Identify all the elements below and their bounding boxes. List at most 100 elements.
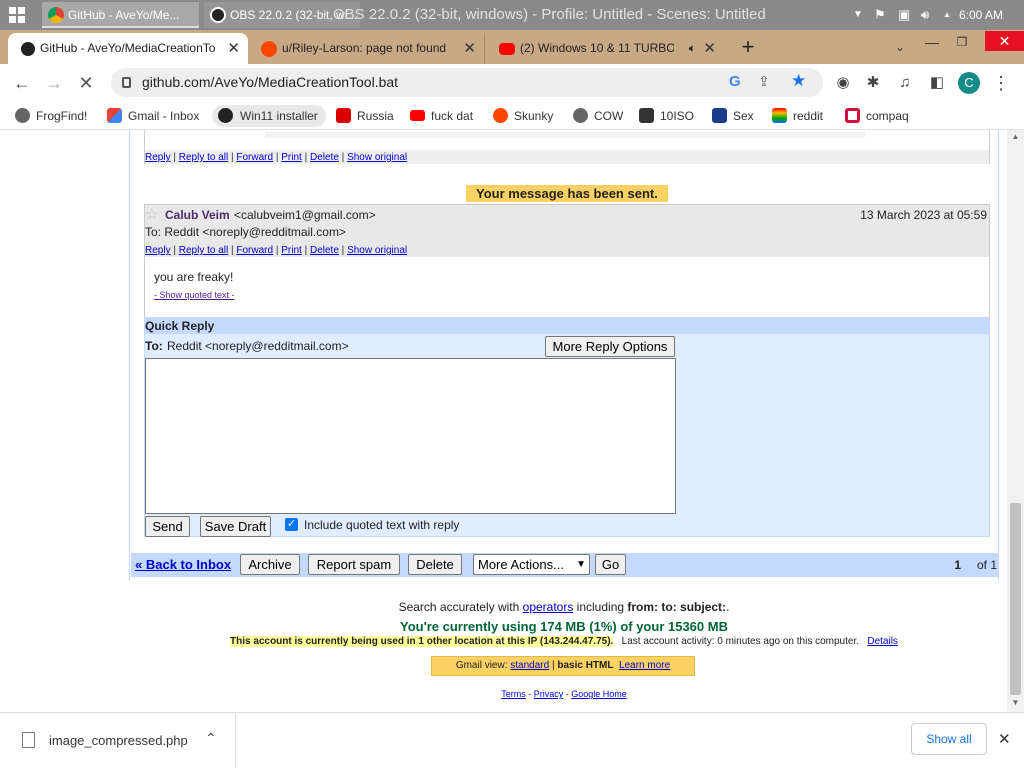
delete-button[interactable]: Delete [408,554,462,575]
close-icon[interactable]: ✕ [998,730,1011,748]
print-link[interactable]: Print [281,245,302,256]
terms-link[interactable]: Terms [501,689,526,699]
forward-link[interactable]: Forward [236,245,273,256]
back-to-inbox-link[interactable]: « Back to Inbox [135,557,231,572]
delete-link[interactable]: Delete [310,245,339,256]
sep: | [173,245,176,256]
google-icon[interactable]: G [729,73,741,90]
privacy-link[interactable]: Privacy [534,689,564,699]
bookmark-item[interactable]: 10ISO [639,105,694,127]
bookmark-label: fuck dat [431,109,474,123]
flag-icon [336,108,351,123]
close-window-button[interactable]: ✕ [985,31,1024,51]
download-item[interactable]: image_compressed.php ⌃ [0,713,236,768]
google-home-link[interactable]: Google Home [571,689,627,699]
message-card: ☆ Calub Veim <calubveim1@gmail.com> 13 M… [144,204,990,318]
bookmark-item[interactable]: Gmail - Inbox [107,105,199,127]
bookmark-item[interactable]: Skunky [493,105,553,127]
puzzle-icon[interactable]: ✱ [862,72,884,94]
close-icon[interactable]: ✕ [703,33,716,64]
flag-icon[interactable]: ⚑ [874,0,886,30]
address-bar[interactable]: github.com/AveYo/MediaCreationTool.bat G… [111,68,823,97]
forward-arrow-icon[interactable]: → [41,70,67,96]
save-draft-button[interactable]: Save Draft [200,516,271,537]
scroll-down-icon[interactable]: ▼ [1007,698,1024,708]
kebab-menu-icon[interactable]: ⋮ [990,72,1012,94]
show-original-link[interactable]: Show original [347,245,407,256]
stop-loading-icon[interactable]: ✕ [73,70,99,96]
bookmark-item[interactable]: Win11 installer [212,105,326,127]
chevron-up-icon[interactable]: ⌃ [205,730,217,747]
go-button[interactable]: Go [595,554,626,575]
include-quoted-label: Include quoted text with reply [304,518,460,532]
archive-button[interactable]: Archive [240,554,300,575]
share-icon[interactable]: ⇪ [758,73,770,90]
bookmark-item[interactable]: Russia [336,105,394,127]
chevron-up-icon[interactable]: ▲ [943,0,951,30]
bookmark-label: Sex [733,109,754,123]
bookmark-star-icon[interactable]: ★ [791,71,806,91]
more-actions-select[interactable]: More Actions... ▼ [473,554,590,575]
minimize-button[interactable]: — [917,32,947,52]
reply-link[interactable]: Reply [145,152,171,163]
forward-link[interactable]: Forward [236,152,273,163]
delete-link[interactable]: Delete [310,152,339,163]
learn-more-link[interactable]: Learn more [619,660,670,671]
bookmark-item[interactable]: FrogFind! [15,105,87,127]
scroll-up-icon[interactable]: ▲ [1007,132,1024,142]
gmail-view-switcher: Gmail view: standard | basic HTML Learn … [431,656,695,676]
tab-reddit[interactable]: u/Riley-Larson: page not found ✕ [250,33,485,64]
globe-icon [15,108,30,123]
reply-all-link[interactable]: Reply to all [179,152,228,163]
new-tab-button[interactable]: + [738,30,758,64]
restore-button[interactable]: ❐ [947,32,977,52]
message-header: ☆ Calub Veim <calubveim1@gmail.com> 13 M… [145,205,989,257]
taskbar-app-chrome[interactable]: GitHub - AveYo/Me... [42,2,199,28]
tab-label: u/Riley-Larson: page not found [282,41,447,55]
bookmark-item[interactable]: fuck dat [410,105,473,127]
tab-youtube[interactable]: (2) Windows 10 & 11 TURBO 🔈︎ ✕ [488,33,724,64]
reply-link[interactable]: Reply [145,245,171,256]
print-link[interactable]: Print [281,152,302,163]
close-icon[interactable]: ✕ [227,33,240,64]
extension-icon[interactable]: ◉ [832,72,854,94]
report-spam-button[interactable]: Report spam [308,554,400,575]
taskbar-app-label: GitHub - AveYo/Me... [68,8,180,22]
back-arrow-icon[interactable]: ← [9,70,35,96]
show-quoted-link[interactable]: - Show quoted text - [154,290,235,300]
star-icon[interactable]: ☆ [145,205,158,223]
scrollbar-thumb[interactable] [1010,503,1021,695]
include-quoted-checkbox[interactable]: ✓ [285,518,298,531]
bookmark-item[interactable]: Sex [712,105,754,127]
side-panel-icon[interactable]: ◧ [926,72,948,94]
send-button[interactable]: Send [145,516,190,537]
show-original-link[interactable]: Show original [347,152,407,163]
network-icon[interactable]: ▣ [898,0,910,30]
reply-all-link[interactable]: Reply to all [179,245,228,256]
chevron-down-icon[interactable]: ▼ [853,0,863,30]
bookmark-item[interactable]: COW [573,105,623,127]
bookmark-item[interactable]: reddit [772,105,823,127]
text: . [726,600,730,614]
operators-link[interactable]: operators [523,600,574,614]
vertical-scrollbar[interactable]: ▲ ▼ [1007,130,1024,712]
volume-icon[interactable]: 🔊︎ [921,0,929,30]
media-control-icon[interactable]: ♫ [894,72,916,94]
start-button[interactable] [9,7,25,23]
reply-textarea[interactable] [145,358,676,514]
footer-links: Terms - Privacy - Google Home [129,689,999,699]
bookmark-item[interactable]: compaq [845,105,909,127]
close-icon[interactable]: ✕ [463,33,476,64]
profile-avatar[interactable]: C [958,72,980,94]
details-link[interactable]: Details [867,636,898,647]
windows-taskbar: GitHub - AveYo/Me... OBS 22.0.2 (32-bit,… [0,0,1024,30]
tab-github[interactable]: GitHub - AveYo/MediaCreationTo ✕ [8,33,248,64]
standard-view-link[interactable]: standard [510,660,549,671]
show-all-button[interactable]: Show all [911,723,987,755]
tab-search-icon[interactable]: ⌄ [885,37,915,57]
gmail-icon [107,108,122,123]
compaq-icon [845,108,860,123]
speaker-icon[interactable]: 🔈︎ [689,33,696,64]
more-reply-options-button[interactable]: More Reply Options [545,336,675,357]
clock[interactable]: 6:00 AM [959,0,1003,30]
